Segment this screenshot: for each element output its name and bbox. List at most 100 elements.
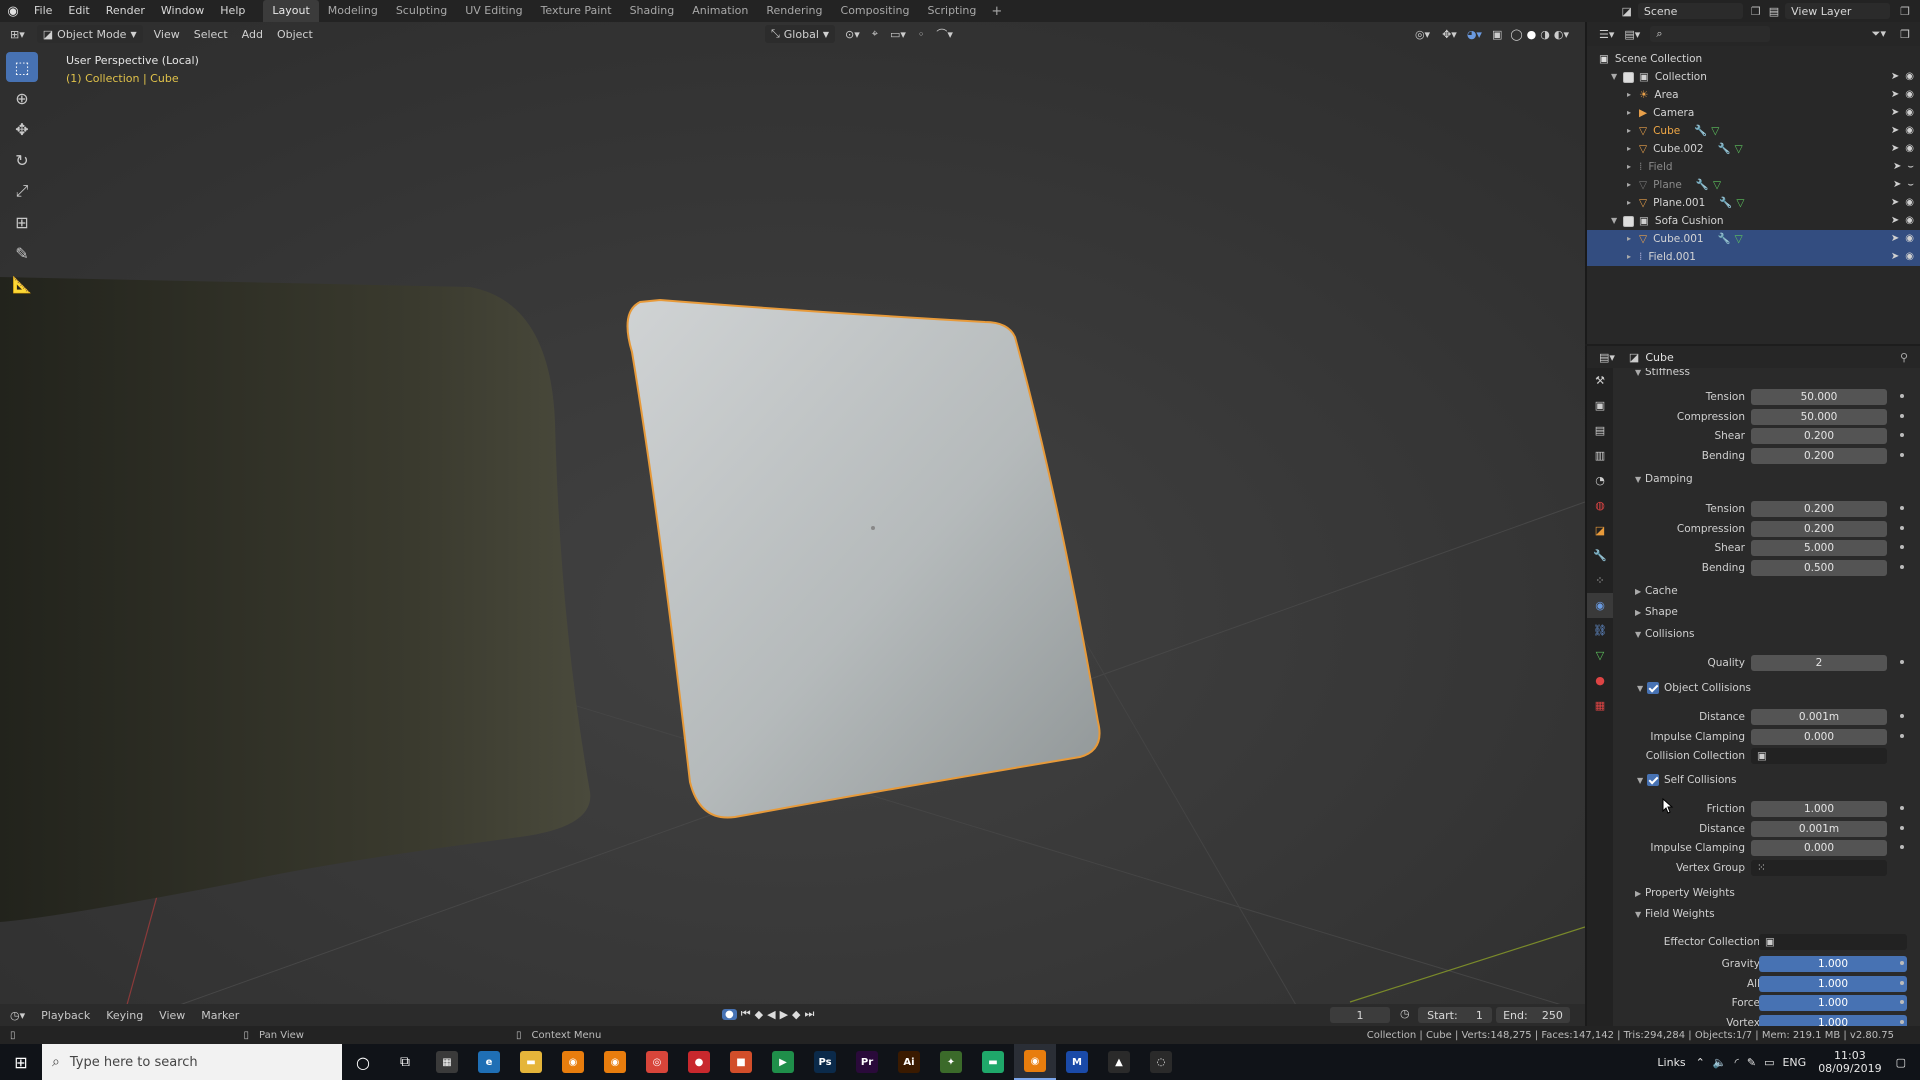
outliner-row-camera[interactable]: ▸ ▶ Camera ➤ ◉ — [1587, 104, 1920, 122]
selectable-arrow-icon[interactable]: ➤ — [1891, 248, 1899, 266]
animate-property-icon[interactable] — [1900, 806, 1904, 810]
field-weight-all-field[interactable]: 1.000 — [1759, 975, 1907, 992]
texture-tab-icon[interactable]: ▦ — [1587, 693, 1613, 718]
selectable-arrow-icon[interactable]: ➤ — [1891, 194, 1899, 212]
animate-property-icon[interactable] — [1900, 564, 1904, 569]
start-frame-field[interactable]: Start: 1 — [1418, 1007, 1492, 1023]
new-collection-icon[interactable]: ❐ — [1900, 28, 1910, 41]
animate-property-icon[interactable] — [1900, 714, 1904, 718]
3d-viewport[interactable]: ⊞▾ ◪ Object Mode ▼ View Select Add Object ⤡… — [0, 22, 1585, 1012]
prev-keyframe-icon[interactable]: ◆ — [755, 1008, 763, 1021]
visibility-icon[interactable]: ◎▾ — [1415, 28, 1430, 41]
view-layer-browse-icon[interactable]: ❐ — [1900, 5, 1910, 18]
object-collision-distance-field[interactable]: 0.001m — [1751, 709, 1887, 725]
app-circle-taskbar-icon[interactable]: ◌ — [1140, 1044, 1182, 1080]
rendered-shading-icon[interactable]: ◐▾ — [1554, 28, 1569, 41]
checkbox-icon[interactable] — [1623, 215, 1634, 227]
windows-start-icon[interactable]: ⊞ — [0, 1044, 42, 1080]
clock-time[interactable]: 11:03 — [1834, 1049, 1866, 1062]
expand-right-icon[interactable]: ▸ — [1627, 86, 1639, 104]
damping-shear-field[interactable]: 5.000 — [1751, 540, 1887, 556]
workspace-tab-sculpting[interactable]: Sculpting — [387, 0, 456, 22]
menu-render[interactable]: Render — [98, 0, 153, 22]
blender-logo-icon[interactable]: ◉ — [0, 0, 26, 22]
selectable-arrow-icon[interactable]: ➤ — [1891, 140, 1899, 158]
cortana-icon[interactable]: ○ — [342, 1044, 384, 1080]
notifications-icon[interactable]: ▢ — [1896, 1056, 1906, 1069]
checkbox-icon[interactable] — [1623, 71, 1634, 83]
constraints-tab-icon[interactable]: ⛓ — [1587, 618, 1613, 643]
record-icon[interactable]: ● — [722, 1008, 737, 1020]
animate-property-icon[interactable] — [1900, 506, 1904, 510]
workspace-tab-modeling[interactable]: Modeling — [319, 0, 387, 22]
eye-icon[interactable]: ◉ — [1905, 248, 1914, 266]
stiffness-compression-field[interactable]: 50.000 — [1751, 408, 1887, 425]
wifi-icon[interactable]: ◜ — [1735, 1056, 1739, 1069]
task-view-icon[interactable]: ⧉ — [384, 1044, 426, 1080]
app-green-taskbar-icon[interactable]: ▬ — [972, 1044, 1014, 1080]
view-layer-selector[interactable]: View Layer — [1785, 3, 1891, 19]
eye-closed-icon[interactable]: ⌣ — [1907, 158, 1914, 176]
damping-compression-field[interactable]: 0.200 — [1751, 520, 1887, 537]
particles-tab-icon[interactable]: ⁘ — [1587, 568, 1613, 593]
overlay-icon[interactable]: ◕▾ — [1467, 28, 1482, 41]
field-weight-vortex-field[interactable]: 1.000 — [1759, 1014, 1907, 1026]
animate-property-icon[interactable] — [1900, 961, 1904, 965]
timeline-menu-keying[interactable]: Keying — [98, 1009, 151, 1022]
animate-property-icon[interactable] — [1900, 845, 1904, 849]
blender-active-taskbar-icon[interactable]: ◉ — [1014, 1044, 1056, 1080]
outliner-row-cube[interactable]: ▸ ▽ Cube 🔧 ▽ ➤ ◉ — [1587, 122, 1920, 140]
outliner-row-collection[interactable]: ▼ ▣ Collection ➤ ◉ — [1587, 68, 1920, 86]
animate-property-icon[interactable] — [1900, 980, 1904, 985]
snap-target-icon[interactable]: ▭▾ — [890, 28, 906, 41]
material-shading-icon[interactable]: ◑ — [1540, 28, 1550, 41]
animate-property-icon[interactable] — [1900, 825, 1904, 830]
outliner-row-sofa-cushion[interactable]: ▼ ▣ Sofa Cushion ➤ ◉ — [1587, 212, 1920, 230]
collisions-panel[interactable]: ▼ Collisions — [1635, 628, 1694, 640]
proportional-icon[interactable]: ◦ — [918, 28, 925, 41]
gizmo-icon[interactable]: ✥▾ — [1442, 28, 1457, 41]
expand-right-icon[interactable]: ▸ — [1627, 194, 1639, 212]
jump-end-icon[interactable]: ⏭ — [805, 1007, 815, 1021]
eye-icon[interactable]: ◉ — [1905, 140, 1914, 158]
stiffness-bending-field[interactable]: 0.200 — [1751, 447, 1887, 464]
workspace-tab-texture-paint[interactable]: Texture Paint — [532, 0, 621, 22]
expand-right-icon[interactable]: ▸ — [1627, 176, 1639, 194]
eye-icon[interactable]: ◉ — [1905, 86, 1914, 104]
end-frame-field[interactable]: End: 250 — [1496, 1007, 1570, 1023]
pen-icon[interactable]: ✎ — [1747, 1056, 1756, 1069]
stiffness-tension-field[interactable]: 50.000 — [1751, 389, 1887, 405]
effector-collection-field[interactable]: ▣ — [1759, 934, 1907, 950]
selectable-arrow-icon[interactable]: ➤ — [1891, 104, 1899, 122]
output-tab-icon[interactable]: ▤ — [1587, 418, 1613, 443]
checkbox-checked-icon[interactable] — [1647, 682, 1659, 694]
annotate-tool-icon[interactable]: ✎ — [6, 238, 38, 268]
workspace-tab-scripting[interactable]: Scripting — [918, 0, 985, 22]
current-frame-field[interactable]: 1 — [1330, 1007, 1390, 1023]
outliner-row-area[interactable]: ▸ ☀ Area ➤ ◉ — [1587, 86, 1920, 104]
clock-date[interactable]: 08/09/2019 — [1818, 1062, 1881, 1075]
move-tool-icon[interactable]: ✥ — [6, 114, 38, 144]
viewport-menu-view[interactable]: View — [147, 28, 187, 41]
measure-tool-icon[interactable]: 📐 — [6, 269, 38, 299]
editor-type-icon[interactable]: ☰▾ — [1599, 28, 1614, 41]
shape-panel[interactable]: ▶ Shape — [1635, 606, 1678, 618]
eye-closed-icon[interactable]: ⌣ — [1907, 176, 1914, 194]
premiere-taskbar-icon[interactable]: Pr — [846, 1044, 888, 1080]
scene-browse-icon[interactable]: ❐ — [1751, 5, 1761, 18]
transform-orientation-selector[interactable]: ⤡ Global ▼ — [764, 25, 836, 43]
add-workspace-button[interactable]: + — [985, 4, 1008, 19]
app-blue-taskbar-icon[interactable]: M — [1056, 1044, 1098, 1080]
outliner-row-plane-001[interactable]: ▸ ▽ Plane.001 🔧 ▽ ➤ ◉ — [1587, 194, 1920, 212]
app-orange-taskbar-icon[interactable]: ■ — [720, 1044, 762, 1080]
render-tab-icon[interactable]: ▣ — [1587, 393, 1613, 418]
scale-tool-icon[interactable]: ⤢ — [6, 176, 38, 206]
collision-collection-field[interactable]: ▣ — [1751, 748, 1887, 764]
menu-file[interactable]: File — [26, 0, 60, 22]
menu-window[interactable]: Window — [153, 0, 212, 22]
pin-icon[interactable]: ⚲ — [1900, 351, 1908, 364]
world-tab-icon[interactable]: ◍ — [1587, 493, 1613, 518]
damping-panel[interactable]: ▼ Damping — [1635, 473, 1693, 485]
edge-taskbar-icon[interactable]: e — [468, 1044, 510, 1080]
tool-tab-icon[interactable]: ⚒ — [1587, 368, 1613, 393]
